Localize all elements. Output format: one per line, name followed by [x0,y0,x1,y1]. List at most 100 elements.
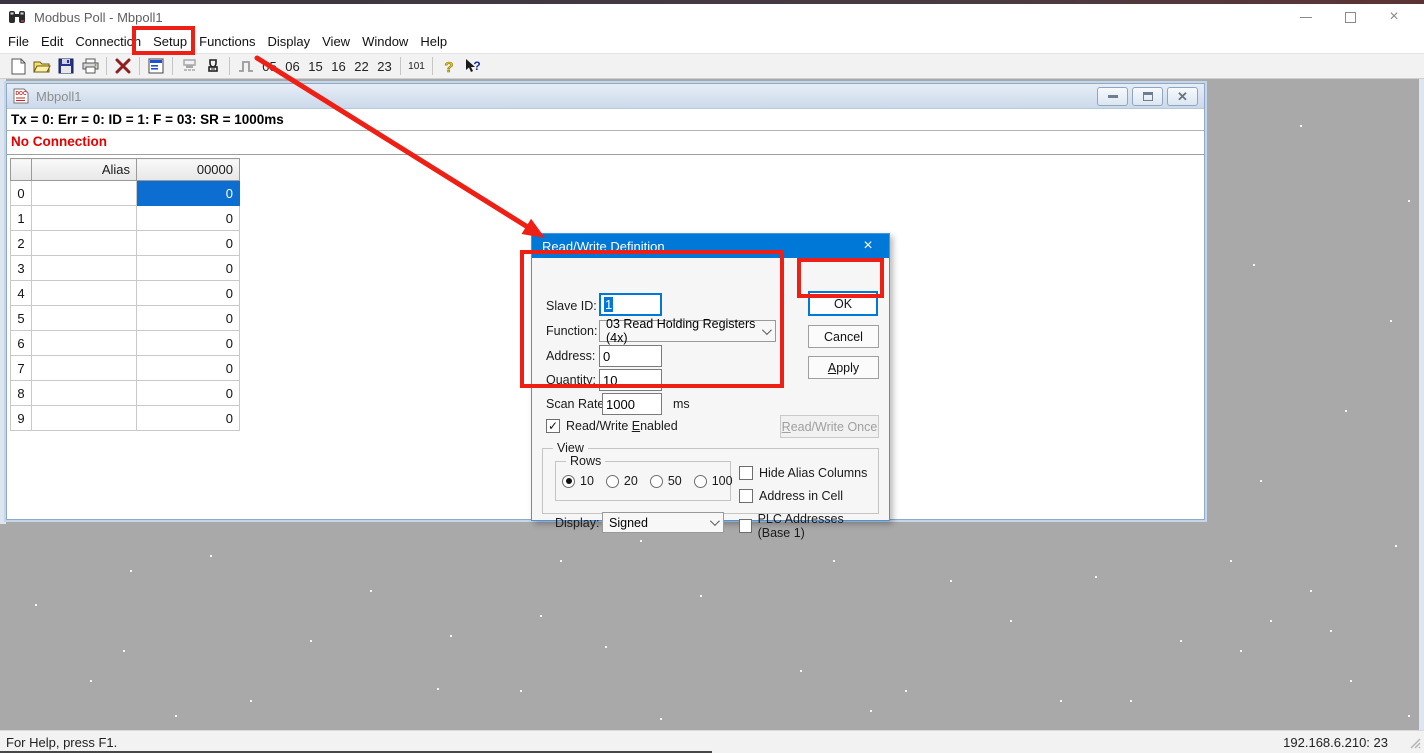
row-header[interactable]: 9 [11,406,32,431]
doc-close-button[interactable]: ✕ [1167,87,1198,106]
radio-selected-dot [566,478,572,484]
alias-cell[interactable] [32,306,137,331]
alias-cell[interactable] [32,231,137,256]
poll-status-line: Tx = 0: Err = 0: ID = 1: F = 03: SR = 10… [11,112,284,127]
alias-cell[interactable] [32,406,137,431]
ok-button[interactable]: OK [808,291,878,316]
alias-cell[interactable] [32,281,137,306]
dialog-titlebar[interactable]: Read/Write Definition × [532,234,889,258]
function-label: Function: [546,324,597,338]
row-header[interactable]: 5 [11,306,32,331]
menu-window[interactable]: Window [356,30,414,53]
new-file-button[interactable] [6,54,30,78]
table-row: 4 0 [11,281,240,306]
value-cell[interactable]: 0 [137,356,240,381]
address-in-cell-checkbox[interactable]: Address in Cell [739,489,843,503]
fn-code-15-button[interactable]: 15 [304,54,327,78]
table-row: 9 0 [11,406,240,431]
fn-code-23-button[interactable]: 23 [373,54,396,78]
row-header[interactable]: 3 [11,256,32,281]
function-dropdown[interactable]: 03 Read Holding Registers (4x) [599,320,776,342]
row-header[interactable]: 0 [11,181,32,206]
hide-alias-columns-checkbox[interactable]: Hide Alias Columns [739,466,867,480]
maximize-button[interactable] [1328,4,1372,30]
apply-button[interactable]: Apply [808,356,879,379]
print-button[interactable] [78,54,102,78]
menu-help[interactable]: Help [414,30,453,53]
test-center-button[interactable] [201,54,225,78]
rows-20-radio[interactable] [606,475,619,488]
context-help-button[interactable]: ? [461,54,485,78]
slave-id-field[interactable]: 1 [599,293,662,316]
row-header[interactable]: 6 [11,331,32,356]
document-titlebar[interactable]: DOC Mbpoll1 ✕ [7,84,1204,109]
row-header[interactable]: 1 [11,206,32,231]
value-cell[interactable]: 0 [137,306,240,331]
fn-code-101-button[interactable]: 101 [405,54,428,78]
about-help-button[interactable]: ? [437,54,461,78]
value-cell-selected[interactable]: 0 [137,181,240,206]
help-icon: ? [442,58,456,75]
alias-cell[interactable] [32,206,137,231]
menu-setup[interactable]: Setup [147,30,193,53]
open-file-button[interactable] [30,54,54,78]
value-cell[interactable]: 0 [137,281,240,306]
alias-column-header[interactable]: Alias [32,159,137,181]
alias-cell[interactable] [32,181,137,206]
communication-icon [181,58,198,74]
row-header[interactable]: 7 [11,356,32,381]
value-cell[interactable]: 0 [137,231,240,256]
read-write-definition-dialog: Read/Write Definition × Slave ID: 1 Func… [531,233,890,521]
checkbox-unchecked-icon [739,489,753,503]
doc-minimize-button[interactable] [1097,87,1128,106]
menu-edit[interactable]: Edit [35,30,69,53]
row-header[interactable]: 2 [11,231,32,256]
menu-file[interactable]: File [2,30,35,53]
resize-grip[interactable] [1409,737,1422,750]
menu-display[interactable]: Display [262,30,317,53]
address-column-header[interactable]: 00000 [137,159,240,181]
value-cell[interactable]: 0 [137,406,240,431]
fn-code-22-button[interactable]: 22 [350,54,373,78]
fn-code-06-button[interactable]: 06 [281,54,304,78]
quantity-field[interactable]: 10 [599,369,662,391]
read-write-enabled-checkbox[interactable]: ✓ Read/Write Enabled [546,419,678,433]
rows-10-radio[interactable] [562,475,575,488]
address-field[interactable]: 0 [599,345,662,367]
rows-50-radio[interactable] [650,475,663,488]
menu-functions[interactable]: Functions [193,30,261,53]
plc-addresses-checkbox[interactable]: PLC Addresses (Base 1) [739,512,878,540]
alias-cell[interactable] [32,331,137,356]
rows-100-radio[interactable] [694,475,707,488]
fn-code-16-button[interactable]: 16 [327,54,350,78]
value-cell[interactable]: 0 [137,206,240,231]
menu-connection[interactable]: Connection [69,30,147,53]
pulse-icon [238,59,254,73]
row-header[interactable]: 4 [11,281,32,306]
read-write-definition-button[interactable] [144,54,168,78]
save-button[interactable] [54,54,78,78]
cancel-button[interactable]: Cancel [808,325,879,348]
pulse-button[interactable] [234,54,258,78]
fn-code-05-button[interactable]: 05 [258,54,281,78]
minimize-button[interactable] [1284,4,1328,30]
value-cell[interactable]: 0 [137,256,240,281]
alias-cell[interactable] [32,256,137,281]
dialog-close-icon[interactable]: × [857,238,879,254]
scan-rate-field[interactable]: 1000 [602,393,662,415]
doc-restore-button[interactable] [1132,87,1163,106]
disconnect-button[interactable] [111,54,135,78]
separator [7,130,1204,131]
alias-cell[interactable] [32,356,137,381]
display-label: Display: [555,516,599,530]
value-cell[interactable]: 0 [137,381,240,406]
address-value: 0 [603,349,610,364]
display-dropdown[interactable]: Signed [602,512,724,533]
close-button[interactable]: × [1372,4,1416,30]
read-write-once-button[interactable]: Read/Write Once [780,415,879,438]
menu-view[interactable]: View [316,30,356,53]
communication-button[interactable] [177,54,201,78]
row-header[interactable]: 8 [11,381,32,406]
alias-cell[interactable] [32,381,137,406]
value-cell[interactable]: 0 [137,331,240,356]
